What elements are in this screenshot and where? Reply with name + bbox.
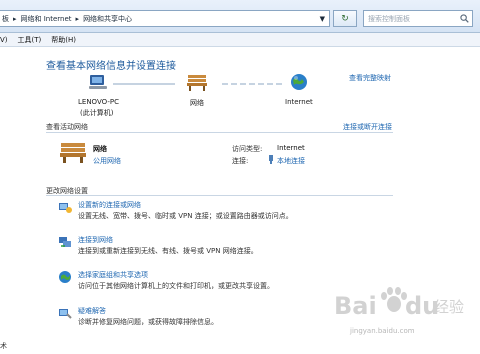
network-adapter-icon — [269, 155, 273, 164]
task-title[interactable]: 连接到网络 — [78, 235, 113, 245]
breadcrumb-item-network-internet[interactable]: 网络和 Internet — [21, 14, 72, 24]
full-map-link[interactable]: 查看完整映射 — [349, 73, 391, 83]
menu-help[interactable]: 帮助(H) — [51, 35, 76, 45]
svg-text:经验: 经验 — [434, 298, 464, 316]
breadcrumb-item-network-sharing-center[interactable]: 网络和共享中心 — [83, 14, 132, 24]
task-description: 连接到或重新连接到无线、有线、拨号或 VPN 网络连接。 — [78, 247, 258, 255]
refresh-button[interactable]: ↻ — [333, 10, 357, 27]
menu-tools[interactable]: 工具(T) — [18, 35, 42, 45]
homegroup-icon — [59, 271, 71, 283]
task-title[interactable]: 选择家庭组和共享选项 — [78, 270, 148, 280]
map-link-computer-network — [113, 83, 175, 85]
task-new-connection[interactable]: 设置新的连接或网络 设置无线、宽带、拨号、临时或 VPN 连接；或设置路由器或访… — [58, 200, 388, 226]
local-connection-link[interactable]: 本地连接 — [277, 156, 305, 166]
connect-network-icon — [59, 237, 71, 247]
task-description: 诊断并修复网络问题，或获得故障排除信息。 — [78, 318, 218, 326]
svg-text:Bai: Bai — [334, 292, 377, 320]
map-link-network-internet — [222, 83, 284, 85]
task-connect-to-network[interactable]: 连接到网络 连接到或重新连接到无线、有线、拨号或 VPN 网络连接。 — [58, 235, 388, 261]
refresh-icon: ↻ — [341, 13, 349, 24]
address-dropdown-icon[interactable]: ▼ — [320, 15, 325, 23]
search-input[interactable]: 搜索控制面板 — [363, 10, 473, 27]
connect-disconnect-link[interactable]: 连接或断开连接 — [343, 122, 392, 132]
task-title[interactable]: 设置新的连接或网络 — [78, 200, 141, 210]
breadcrumb-separator-icon[interactable]: ▸ — [13, 15, 17, 23]
divider — [46, 195, 393, 196]
bench-network-icon — [187, 75, 207, 91]
network-type-link[interactable]: 公用网络 — [93, 156, 121, 166]
active-network-name: 网络 — [93, 145, 107, 153]
task-title[interactable]: 疑难解答 — [78, 306, 106, 316]
connections-label: 连接: — [232, 157, 249, 165]
bench-network-icon — [60, 143, 86, 163]
breadcrumb-item-control-panel[interactable]: 板 — [2, 14, 9, 24]
map-internet-label: Internet — [285, 98, 313, 106]
breadcrumb[interactable]: 板 ▸ 网络和 Internet ▸ 网络和共享中心 ▼ — [0, 10, 330, 27]
bottom-left-text: 术 — [0, 342, 7, 350]
active-networks-heading: 查看活动网络 — [46, 123, 88, 131]
troubleshoot-icon — [59, 309, 72, 319]
menu-view[interactable]: V) — [0, 36, 8, 44]
search-placeholder: 搜索控制面板 — [368, 14, 410, 23]
computer-icon — [89, 75, 107, 89]
new-connection-icon — [59, 203, 72, 213]
address-bar: 板 ▸ 网络和 Internet ▸ 网络和共享中心 ▼ ↻ 搜索控制面板 — [0, 0, 480, 33]
watermark-site-text: jingyan.baidu.com — [350, 327, 415, 335]
access-type-label: 访问类型: — [232, 145, 263, 153]
map-computer-note: (此计算机) — [80, 109, 114, 117]
globe-icon — [291, 74, 307, 90]
divider — [46, 132, 393, 133]
task-description: 设置无线、宽带、拨号、临时或 VPN 连接；或设置路由器或访问点。 — [78, 212, 293, 220]
map-computer-name: LENOVO-PC — [78, 98, 119, 106]
search-icon[interactable] — [460, 14, 469, 23]
menu-bar: V) 工具(T) 帮助(H) — [0, 33, 480, 47]
page-title: 查看基本网络信息并设置连接 — [46, 61, 176, 72]
breadcrumb-separator-icon[interactable]: ▸ — [76, 15, 80, 23]
access-type-value: Internet — [277, 144, 305, 152]
task-description: 访问位于其他网络计算机上的文件和打印机，或更改共享设置。 — [78, 282, 274, 290]
map-network-label: 网络 — [190, 99, 204, 107]
